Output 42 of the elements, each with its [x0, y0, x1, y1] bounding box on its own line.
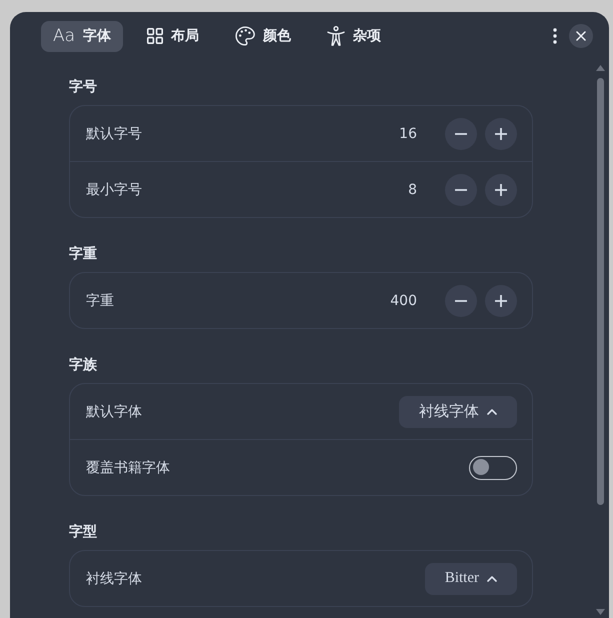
setting-label: 默认字体: [86, 402, 143, 420]
more-icon: [553, 28, 557, 44]
increase-button[interactable]: [485, 284, 517, 316]
setting-label: 衬线字体: [86, 570, 143, 588]
caret-icon: [487, 408, 497, 414]
plus-icon: [495, 294, 507, 306]
scrollbar-thumb[interactable]: [596, 78, 604, 505]
plus-icon: [495, 184, 507, 196]
caret-icon: [487, 576, 497, 582]
setting-label: 最小字号: [86, 180, 143, 198]
plus-icon: [495, 128, 507, 140]
decrease-button[interactable]: [445, 174, 477, 206]
section-heading: 字号: [69, 78, 98, 97]
tab[interactable]: 布局: [135, 20, 212, 52]
decrease-button[interactable]: [445, 118, 477, 150]
more-button[interactable]: [553, 28, 557, 44]
increase-button[interactable]: [485, 118, 517, 150]
setting-label: 覆盖书籍字体: [86, 458, 171, 476]
setting-value: 8: [408, 182, 417, 198]
decrease-button[interactable]: [445, 284, 477, 316]
setting-value: 400: [390, 292, 417, 308]
setting-value: 16: [399, 126, 417, 142]
close-button[interactable]: [569, 24, 593, 48]
scroll-down-arrow-icon[interactable]: [596, 609, 604, 615]
setting-label: 默认字号: [86, 124, 143, 142]
close-icon: [576, 31, 586, 41]
scroll-up-arrow-icon[interactable]: [596, 65, 604, 71]
setting-label: 字重: [86, 292, 115, 310]
grid-icon: [147, 28, 164, 44]
tab[interactable]: Aa 字体: [41, 20, 124, 52]
tab[interactable]: 杂项: [315, 20, 394, 52]
section-heading: 字族: [69, 356, 98, 375]
toggle-switch[interactable]: [469, 456, 517, 480]
tab[interactable]: 颜色: [223, 20, 304, 52]
font-dropdown[interactable]: Bitter: [424, 562, 517, 594]
increase-button[interactable]: [485, 174, 517, 206]
font-icon: Aa: [53, 28, 76, 44]
person-icon: [327, 26, 346, 46]
section-heading: 字型: [69, 522, 98, 542]
palette-icon: [235, 26, 256, 46]
font-dropdown[interactable]: 衬线字体: [399, 396, 517, 428]
section-heading: 字重: [69, 244, 98, 264]
